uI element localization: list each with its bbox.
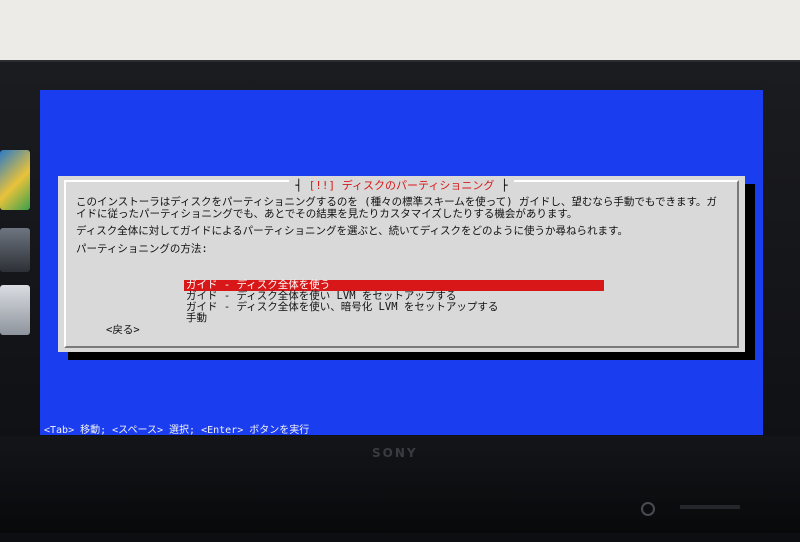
dialog-paragraph-1: このインストーラはディスクをパーティショニングするのを (種々の標準スキームを使… [76, 196, 717, 220]
method-label: パーティショニングの方法: [76, 242, 208, 255]
os-sticker-logo [0, 150, 30, 210]
installer-screen: ┤ [!!] ディスクのパーティショニング ├ このインストーラはディスクをパー… [40, 90, 763, 436]
partition-method-list[interactable]: ガイド - ディスク全体を使う ガイド - ディスク全体を使い LVM をセット… [184, 280, 604, 324]
dialog-paragraph-2: ディスク全体に対してガイドによるパーティショニングを選ぶと、続いてディスクをどの… [76, 225, 628, 237]
energy-sticker-logo [0, 285, 30, 335]
option-manual[interactable]: 手動 [184, 313, 604, 324]
power-icon [641, 502, 655, 516]
option-guided-encrypted-lvm[interactable]: ガイド - ディスク全体を使い、暗号化 LVM をセットアップする [184, 302, 604, 313]
dialog-title: ┤ [!!] ディスクのパーティショニング ├ [289, 179, 514, 193]
key-help-statusbar: <Tab> 移動; <スペース> 選択; <Enter> ボタンを実行 [44, 425, 310, 436]
dialog-title-text: ディスクのパーティショニング [341, 179, 495, 192]
back-button[interactable]: <戻る> [106, 322, 140, 337]
partitioning-dialog: ┤ [!!] ディスクのパーティショニング ├ このインストーラはディスクをパー… [58, 176, 745, 352]
monitor-brand-logo: SONY [372, 446, 418, 460]
monitor-indicator-strip [680, 505, 740, 509]
dialog-body: このインストーラはディスクをパーティショニングするのを (種々の標準スキームを使… [76, 196, 724, 261]
dialog-frame: ┤ [!!] ディスクのパーティショニング ├ このインストーラはディスクをパー… [64, 179, 739, 348]
dialog-priority-marker: [!!] [308, 179, 336, 192]
hardware-sticker-logo [0, 228, 30, 272]
